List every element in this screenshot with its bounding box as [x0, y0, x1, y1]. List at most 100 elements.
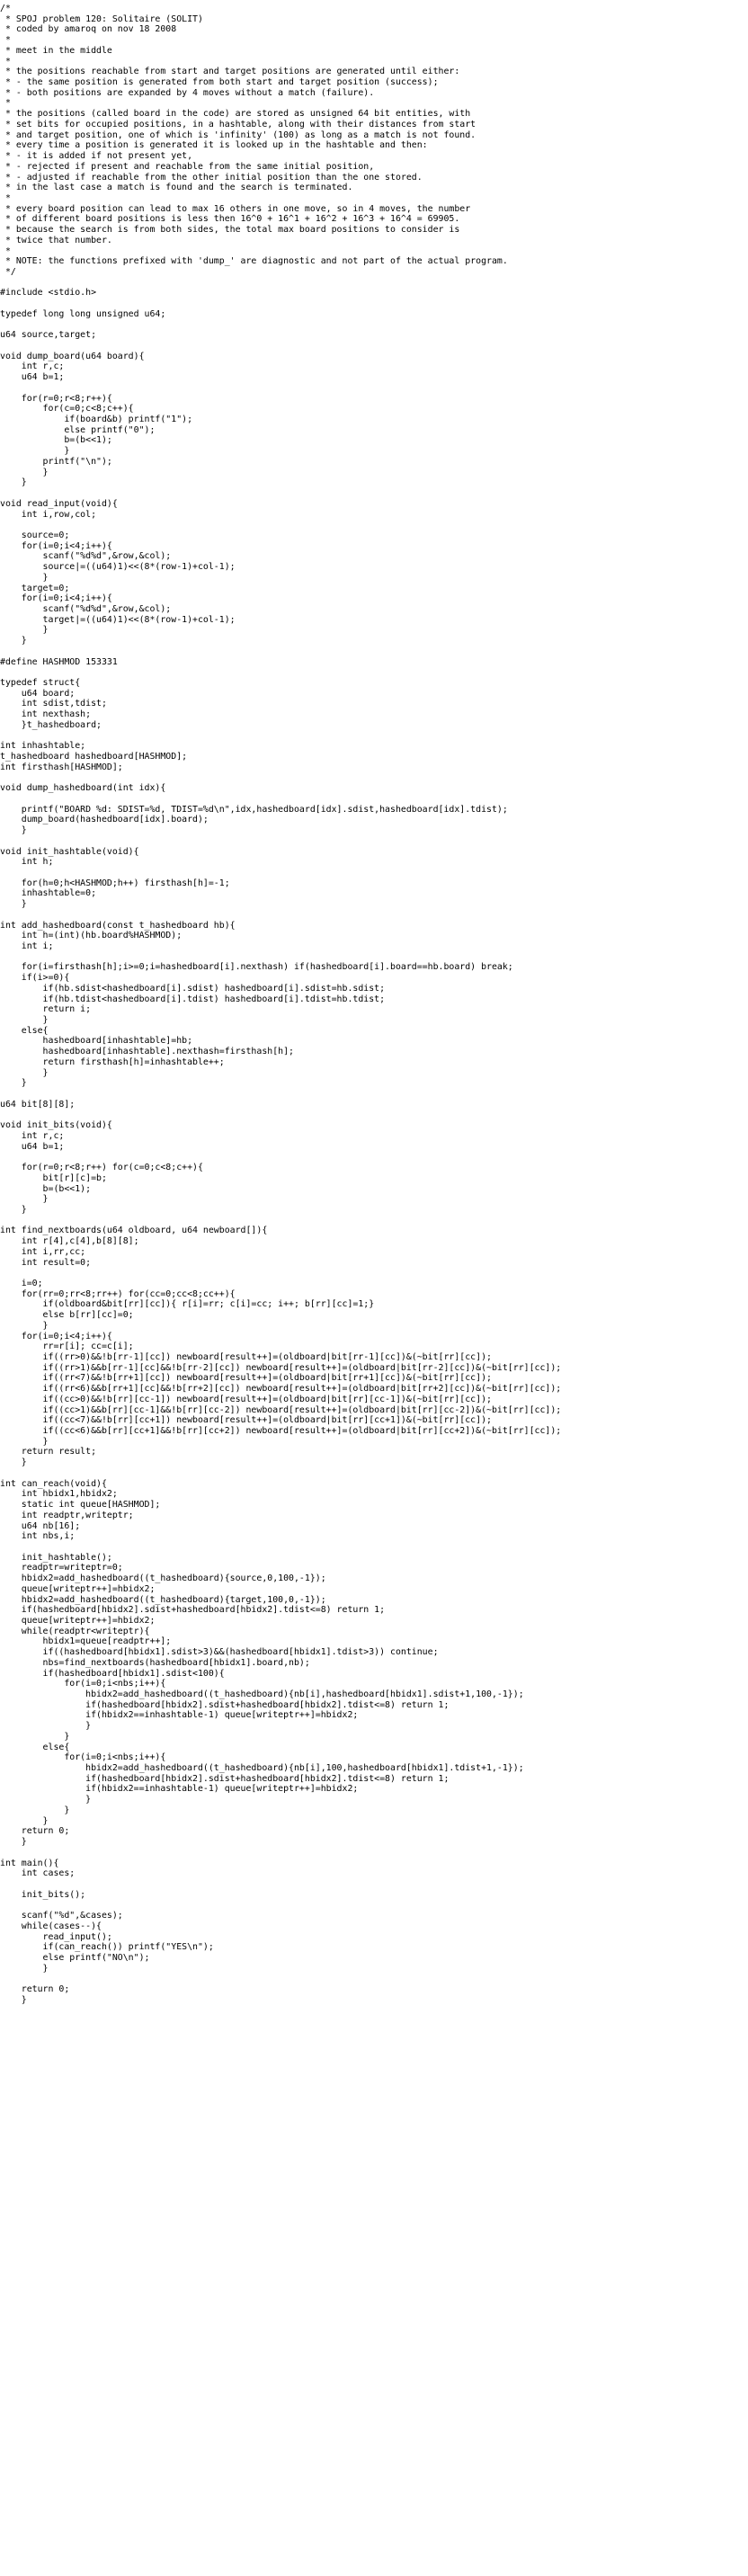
code-line: }: [0, 1067, 49, 1078]
code-line: int nexthash;: [0, 709, 92, 720]
code-line: int add_hashedboard(const t_hashedboard …: [0, 920, 236, 931]
code-line: if((hashedboard[hbidx1].sdist>3)&&(hashe…: [0, 1647, 439, 1658]
code-line: return 0;: [0, 1984, 70, 1995]
code-line: }: [0, 1963, 49, 1974]
code-line: * coded by amaroq on nov 18 2008: [0, 24, 177, 35]
code-line: }: [0, 1194, 49, 1205]
code-line: */: [0, 266, 16, 277]
code-line: * every time a position is generated it …: [0, 140, 428, 151]
code-line: }: [0, 899, 27, 910]
code-line: int inhashtable;: [0, 741, 86, 752]
code-line: * - it is added if not present yet,: [0, 151, 193, 162]
code-line: target=0;: [0, 583, 70, 593]
code-line: }: [0, 1837, 27, 1848]
code-line: }: [0, 1320, 49, 1331]
code-line: hashedboard[inhashtable].nexthash=firsth…: [0, 1047, 294, 1057]
code-line: }: [0, 1795, 92, 1805]
code-line: hashedboard[inhashtable]=hb;: [0, 1036, 193, 1047]
code-line: int hbidx1,hbidx2;: [0, 1489, 118, 1500]
code-line: int find_nextboards(u64 oldboard, u64 ne…: [0, 1226, 268, 1236]
code-line: u64 b=1;: [0, 372, 65, 383]
code-line: if((rr<7)&&!b[rr+1][cc]) newboard[result…: [0, 1373, 492, 1384]
code-line: for(i=0;i<nbs;i++){: [0, 1752, 166, 1763]
code-line: int i,rr,cc;: [0, 1246, 86, 1257]
code-line: }: [0, 636, 27, 646]
code-line: * SPOJ problem 120: Solitaire (SOLIT): [0, 13, 203, 24]
code-line: }: [0, 1721, 92, 1732]
code-line: if((cc<6)&&b[rr][cc+1]&&!b[rr][cc+2]) ne…: [0, 1426, 562, 1437]
code-line: * - both positions are expanded by 4 mov…: [0, 87, 375, 98]
code-line: if(hbidx2==inhashtable-1) queue[writeptr…: [0, 1710, 359, 1721]
code-line: init_hashtable();: [0, 1552, 112, 1563]
code-line: scanf("%d%d",&row,&col);: [0, 603, 172, 614]
source-code-view: /* * SPOJ problem 120: Solitaire (SOLIT)…: [0, 0, 748, 2576]
code-line: target|=((u64)1)<<(8*(row-1)+col-1);: [0, 614, 236, 625]
code-line: printf("BOARD %d: SDIST=%d, TDIST=%d\n",…: [0, 804, 508, 815]
code-line: * - adjusted if reachable from the other…: [0, 172, 423, 183]
code-line: }: [0, 1078, 27, 1089]
code-line: int i;: [0, 940, 54, 951]
code-line: while(cases--){: [0, 1921, 102, 1931]
code-line: typedef struct{: [0, 678, 81, 688]
code-line: t_hashedboard hashedboard[HASHMOD];: [0, 752, 188, 762]
code-line: hbidx2=add_hashedboard((t_hashedboard){t…: [0, 1594, 326, 1605]
code-line: * twice that number.: [0, 235, 112, 245]
code-line: if((rr>0)&&!b[rr-1][cc]) newboard[result…: [0, 1352, 492, 1362]
code-line: if((cc>0)&&!b[rr][cc-1]) newboard[result…: [0, 1394, 492, 1404]
code-line: else{: [0, 1742, 70, 1752]
code-line: queue[writeptr++]=hbidx2;: [0, 1583, 156, 1594]
code-line: hbidx1=queue[readptr++];: [0, 1636, 172, 1647]
code-line: void dump_hashedboard(int idx){: [0, 783, 166, 794]
code-line: else printf("NO\n");: [0, 1952, 150, 1963]
code-line: void read_input(void){: [0, 498, 118, 509]
code-line: read_input();: [0, 1931, 112, 1942]
code-line: if(hashedboard[hbidx2].sdist+hashedboard…: [0, 1773, 450, 1784]
code-line: * set bits for occupied positions, in a …: [0, 119, 476, 129]
code-line: if((rr>1)&&b[rr-1][cc]&&!b[rr-2][cc]) ne…: [0, 1362, 562, 1373]
code-line: else b[rr][cc]=0;: [0, 1310, 134, 1321]
code-line: int sdist,tdist;: [0, 699, 107, 709]
code-line: if(hashedboard[hbidx2].sdist+hashedboard…: [0, 1699, 450, 1710]
code-line: u64 source,target;: [0, 330, 97, 341]
code-line: u64 bit[8][8];: [0, 1099, 76, 1110]
code-line: }: [0, 825, 27, 836]
code-line: }: [0, 1994, 27, 2005]
code-line: if((cc>1)&&b[rr][cc-1]&&!b[rr][cc-2]) ne…: [0, 1404, 562, 1415]
code-line: u64 nb[16];: [0, 1520, 81, 1531]
code-line: b=(b<<1);: [0, 435, 112, 446]
code-line: int h;: [0, 857, 54, 868]
code-line: int result=0;: [0, 1257, 92, 1268]
code-line: /*: [0, 4, 11, 13]
code-line: void dump_board(u64 board){: [0, 351, 145, 361]
code-line: * every board position can lead to max 1…: [0, 203, 471, 214]
code-line: for(i=0;i<4;i++){: [0, 593, 112, 604]
code-line: rr=r[i]; cc=c[i];: [0, 1341, 134, 1352]
code-line: *: [0, 192, 11, 203]
code-line: int readptr,writeptr;: [0, 1510, 134, 1520]
code-line: int nbs,i;: [0, 1531, 76, 1542]
code-line: typedef long long unsigned u64;: [0, 308, 166, 319]
code-line: i=0;: [0, 1278, 43, 1288]
code-line: u64 b=1;: [0, 1141, 65, 1152]
code-line: hbidx2=add_hashedboard((t_hashedboard){s…: [0, 1573, 326, 1584]
code-line: bit[r][c]=b;: [0, 1172, 107, 1183]
code-line: if(board&b) printf("1");: [0, 414, 193, 425]
code-line: }: [0, 477, 27, 488]
code-line: *: [0, 98, 11, 109]
code-line: dump_board(hashedboard[idx].board);: [0, 815, 209, 825]
